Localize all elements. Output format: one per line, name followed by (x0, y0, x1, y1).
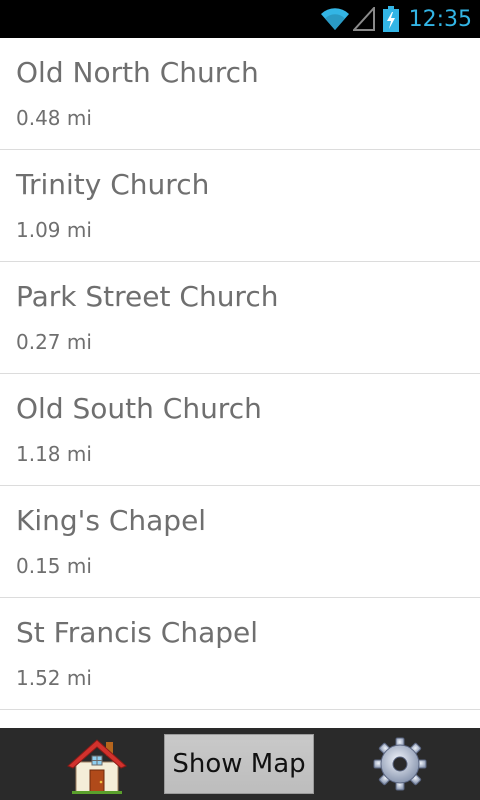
church-name: King's Chapel (16, 504, 207, 537)
church-distance: 0.27 mi (16, 330, 92, 354)
church-name: Old North Church (16, 56, 259, 89)
clock: 12:35 (408, 6, 472, 32)
list-item[interactable]: St Francis Chapel 1.52 mi (0, 598, 480, 710)
church-distance: 1.09 mi (16, 218, 92, 242)
home-button[interactable] (66, 734, 128, 796)
home-icon (66, 739, 128, 800)
gear-icon (372, 737, 428, 796)
list-item[interactable]: Park Street Church 0.27 mi (0, 262, 480, 374)
bottom-toolbar: Show Map (0, 728, 480, 800)
list-item[interactable]: Old South Church 1.18 mi (0, 374, 480, 486)
battery-charging-icon (382, 6, 399, 32)
church-name: St Francis Chapel (16, 616, 259, 649)
status-bar: 12:35 (0, 0, 480, 38)
church-name: Trinity Church (16, 168, 210, 201)
signal-icon (352, 7, 375, 31)
list-item[interactable]: Old North Church 0.48 mi (0, 38, 480, 150)
list-item[interactable]: King's Chapel 0.15 mi (0, 486, 480, 598)
show-map-button[interactable]: Show Map (164, 734, 314, 794)
wifi-icon (319, 6, 351, 32)
church-distance: 1.18 mi (16, 442, 92, 466)
church-name: Park Street Church (16, 280, 279, 313)
list-item[interactable]: Trinity Church 1.09 mi (0, 150, 480, 262)
settings-button[interactable] (372, 736, 428, 792)
church-distance: 0.48 mi (16, 106, 92, 130)
church-distance: 1.52 mi (16, 666, 92, 690)
status-icons: 12:35 (319, 0, 472, 38)
church-list: Old North Church 0.48 mi Trinity Church … (0, 38, 480, 728)
church-distance: 0.15 mi (16, 554, 92, 578)
list-item-partial[interactable] (0, 710, 480, 728)
church-name: Old South Church (16, 392, 262, 425)
